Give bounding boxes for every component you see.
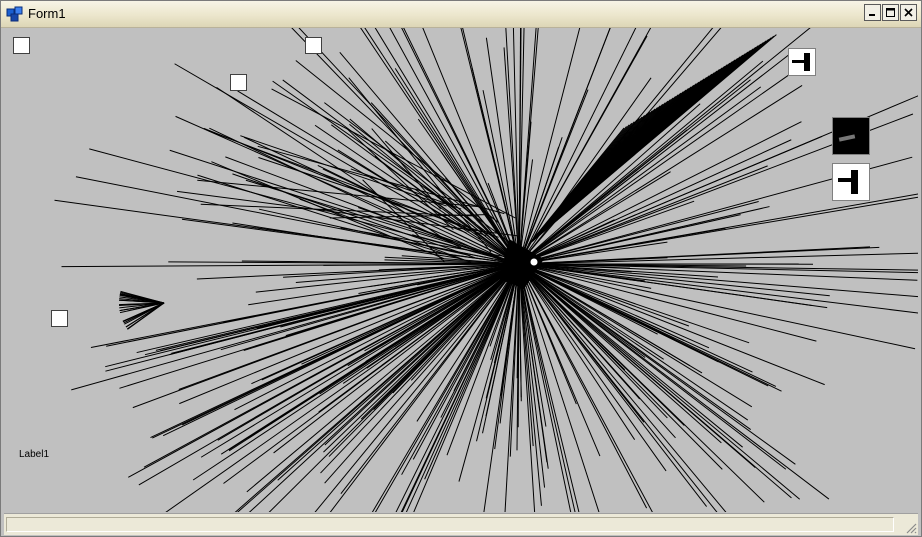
marker-square[interactable] xyxy=(51,310,68,327)
status-bar xyxy=(4,513,918,535)
form-client-area[interactable]: Label1 xyxy=(4,28,918,512)
close-icon xyxy=(904,8,913,17)
resize-grip-icon[interactable] xyxy=(905,522,917,534)
marker-square[interactable] xyxy=(305,37,322,54)
sprite-icon xyxy=(838,134,856,142)
thumb-top[interactable] xyxy=(788,48,816,76)
app-icon xyxy=(6,6,23,22)
label1: Label1 xyxy=(19,449,50,460)
status-panel xyxy=(6,517,894,532)
marker-square[interactable] xyxy=(230,74,247,91)
form1-window: Form1 Label1 xyxy=(0,0,922,537)
maximize-icon xyxy=(886,8,895,17)
thumb-bottom[interactable] xyxy=(832,163,870,201)
sprite-icon xyxy=(792,53,810,71)
marker-square[interactable] xyxy=(13,37,30,54)
raycast-canvas[interactable] xyxy=(4,28,918,512)
title-bar[interactable]: Form1 xyxy=(1,1,921,28)
minimize-icon xyxy=(869,14,875,16)
minimize-button[interactable] xyxy=(864,4,881,21)
maximize-button[interactable] xyxy=(882,4,899,21)
thumb-dark[interactable] xyxy=(832,117,870,155)
window-title: Form1 xyxy=(28,6,66,21)
ray-lines xyxy=(54,28,918,512)
close-button[interactable] xyxy=(900,4,917,21)
sprite-icon xyxy=(838,170,858,194)
player-dot xyxy=(529,257,539,267)
